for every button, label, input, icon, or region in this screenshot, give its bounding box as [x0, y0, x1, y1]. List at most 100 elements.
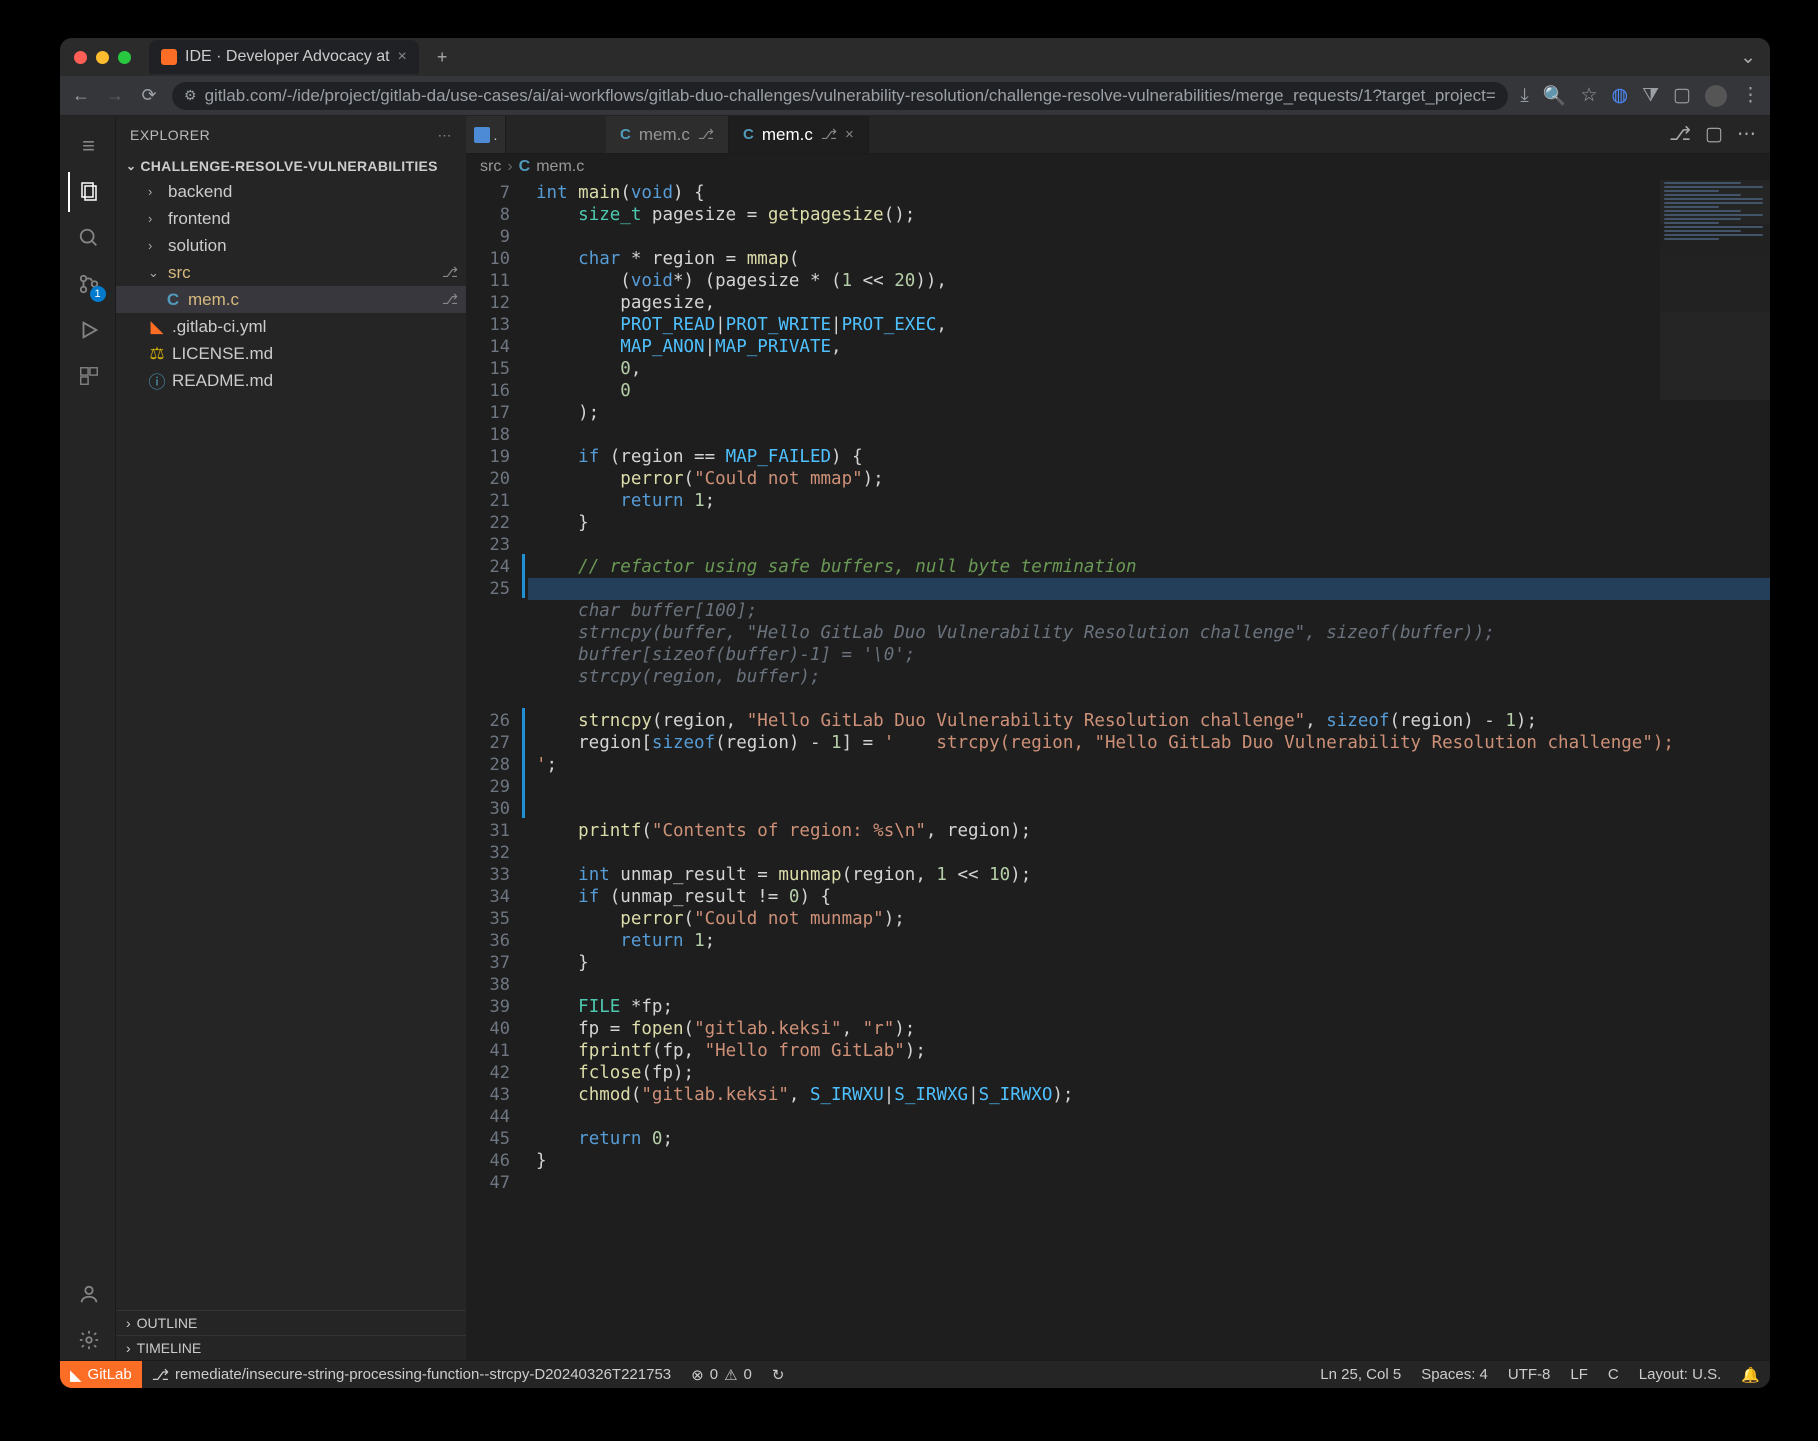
cursor-position[interactable]: Ln 25, Col 5	[1310, 1366, 1411, 1384]
window-traffic-lights	[74, 51, 131, 64]
browser-toolbar: ← → ⟳ ⚙ gitlab.com/-/ide/project/gitlab-…	[60, 76, 1770, 116]
close-window-button[interactable]	[74, 51, 87, 64]
extension-icon[interactable]: ◍	[1612, 84, 1629, 107]
folder-backend[interactable]: › backend	[116, 178, 466, 205]
chevron-right-icon: ›	[148, 238, 162, 253]
square-icon	[474, 127, 490, 143]
split-editor-icon[interactable]: ▢	[1705, 123, 1723, 146]
settings-gear-icon[interactable]	[68, 1320, 108, 1360]
timeline-section[interactable]: › TIMELINE	[116, 1335, 466, 1360]
file-license[interactable]: ⚖ LICENSE.md	[116, 340, 466, 367]
install-app-icon[interactable]: ⤓	[1520, 85, 1528, 107]
folder-frontend[interactable]: › frontend	[116, 205, 466, 232]
minimize-window-button[interactable]	[96, 51, 109, 64]
code-content[interactable]: int main(void) { size_t pagesize = getpa…	[528, 180, 1770, 1360]
gitlab-status-badge[interactable]: ◣ GitLab	[60, 1361, 142, 1389]
c-file-icon: C	[519, 158, 531, 176]
chevron-right-icon: ›	[148, 184, 162, 199]
gitlab-file-icon: ◣	[148, 317, 166, 337]
line-gutter: 7891011121314151617181920212223242526272…	[466, 180, 520, 1360]
reload-button[interactable]: ⟳	[138, 85, 160, 106]
activity-bar: ≡ 1	[60, 116, 116, 1360]
close-tab-button[interactable]: ×	[845, 126, 854, 143]
file-readme[interactable]: ⓘ README.md	[116, 367, 466, 394]
c-file-icon: C	[743, 126, 754, 143]
account-icon[interactable]	[68, 1274, 108, 1314]
minimap[interactable]	[1660, 180, 1770, 400]
profile-avatar[interactable]	[1705, 85, 1727, 107]
close-tab-button[interactable]: ×	[398, 48, 407, 66]
panel-toggle-icon[interactable]: ▢	[1673, 84, 1691, 107]
editor-tab-mem-2[interactable]: C mem.c ⎇ ×	[729, 116, 869, 153]
problems-indicator[interactable]: ⊗ 0 ⚠ 0	[681, 1366, 762, 1384]
code-editor[interactable]: 7891011121314151617181920212223242526272…	[466, 180, 1770, 1360]
explorer-sidebar: EXPLORER ⋯ ⌄ CHALLENGE-RESOLVE-VULNERABI…	[116, 116, 466, 1360]
editor-area: . C mem.c ⎇ C mem.c ⎇ × ⎇ ▢ ⋯	[466, 116, 1770, 1360]
info-file-icon: ⓘ	[148, 368, 166, 393]
workspace-section[interactable]: ⌄ CHALLENGE-RESOLVE-VULNERABILITIES	[116, 154, 466, 178]
zoom-icon[interactable]: 🔍	[1543, 84, 1567, 108]
merge-request-icon: ⎇	[442, 264, 458, 281]
file-gitlab-ci[interactable]: ◣ .gitlab-ci.yml	[116, 313, 466, 340]
sync-icon: ↻	[772, 1366, 785, 1384]
c-file-icon: C	[620, 126, 631, 143]
browser-tab-title: IDE · Developer Advocacy at	[185, 48, 390, 66]
encoding-button[interactable]: UTF-8	[1498, 1366, 1561, 1384]
explorer-icon[interactable]	[68, 172, 108, 212]
menu-icon[interactable]: ≡	[68, 126, 108, 166]
back-button[interactable]: ←	[70, 85, 92, 106]
search-icon[interactable]	[68, 218, 108, 258]
gitlab-favicon-icon	[161, 49, 177, 65]
language-mode-button[interactable]: C	[1598, 1366, 1629, 1384]
address-bar[interactable]: ⚙ gitlab.com/-/ide/project/gitlab-da/use…	[172, 82, 1508, 110]
chevron-right-icon: ›	[126, 1340, 131, 1356]
breadcrumbs[interactable]: src › C mem.c	[466, 154, 1770, 180]
forward-button[interactable]: →	[104, 85, 126, 106]
status-bar: ◣ GitLab ⎇ remediate/insecure-string-pro…	[60, 1360, 1770, 1388]
bookmark-star-icon[interactable]: ☆	[1580, 84, 1597, 107]
layout-button[interactable]: Layout: U.S.	[1629, 1366, 1732, 1384]
change-indicator	[520, 180, 528, 1360]
browser-menu-icon[interactable]: ⋮	[1741, 84, 1760, 107]
indentation-button[interactable]: Spaces: 4	[1411, 1366, 1498, 1384]
chevron-down-icon: ⌄	[126, 159, 136, 173]
editor-tab-mem-1[interactable]: C mem.c ⎇	[606, 116, 729, 153]
folder-solution[interactable]: › solution	[116, 232, 466, 259]
scm-badge: 1	[90, 286, 106, 302]
run-debug-icon[interactable]	[68, 310, 108, 350]
browser-tab[interactable]: IDE · Developer Advocacy at ×	[149, 40, 419, 74]
sidebar-more-icon[interactable]: ⋯	[438, 127, 453, 144]
outline-section[interactable]: › OUTLINE	[116, 1310, 466, 1335]
license-file-icon: ⚖	[148, 344, 166, 364]
compare-changes-icon[interactable]: ⎇	[1669, 123, 1691, 146]
ide-root: ≡ 1	[60, 116, 1770, 1360]
error-icon: ⊗	[691, 1366, 704, 1384]
merge-request-icon: ⎇	[821, 126, 837, 143]
breadcrumb-src[interactable]: src	[480, 158, 501, 176]
sync-indicator[interactable]: ↻	[762, 1366, 795, 1384]
extensions-icon[interactable]	[68, 356, 108, 396]
sidebar-header: EXPLORER ⋯	[116, 116, 466, 154]
eol-button[interactable]: LF	[1560, 1366, 1598, 1384]
maximize-window-button[interactable]	[118, 51, 131, 64]
tabs-dropdown-button[interactable]: ⌄	[1740, 46, 1756, 69]
new-tab-button[interactable]: +	[437, 47, 448, 68]
warning-icon: ⚠	[724, 1366, 737, 1384]
browser-actions: ⤓ 🔍 ☆ ◍ ⧩ ▢ ⋮	[1520, 84, 1760, 108]
source-control-icon[interactable]: 1	[68, 264, 108, 304]
title-bar: IDE · Developer Advocacy at × + ⌄	[60, 38, 1770, 76]
notifications-bell-icon[interactable]: 🔔	[1731, 1366, 1770, 1384]
file-mem-c[interactable]: C mem.c ⎇	[116, 286, 466, 313]
site-settings-icon[interactable]: ⚙	[184, 87, 197, 104]
chevron-right-icon: ›	[126, 1315, 131, 1331]
chevron-down-icon: ⌄	[148, 265, 162, 281]
url-text: gitlab.com/-/ide/project/gitlab-da/use-c…	[205, 86, 1496, 106]
branch-indicator[interactable]: ⎇ remediate/insecure-string-processing-f…	[142, 1366, 681, 1384]
editor-more-icon[interactable]: ⋯	[1737, 123, 1756, 146]
folder-src[interactable]: ⌄ src ⎇	[116, 259, 466, 286]
chevron-right-icon: ›	[148, 211, 162, 226]
extensions-puzzle-icon[interactable]: ⧩	[1642, 85, 1659, 107]
workspace-name: CHALLENGE-RESOLVE-VULNERABILITIES	[140, 158, 437, 174]
breadcrumb-file[interactable]: mem.c	[536, 158, 584, 176]
editor-group-indicator[interactable]: .	[466, 116, 506, 153]
